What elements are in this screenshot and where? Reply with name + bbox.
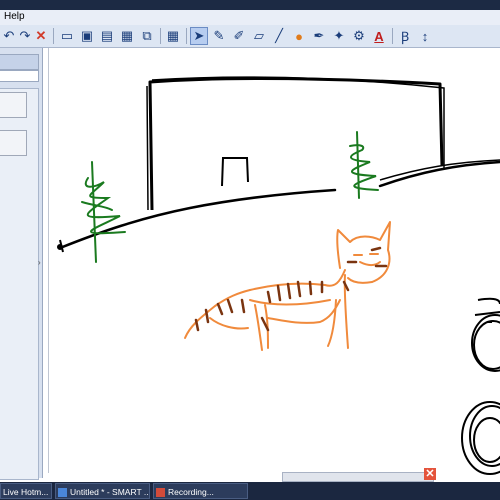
building-ink-2 <box>146 76 445 211</box>
ink-drawing <box>57 76 500 475</box>
taskbar-item-live-hotmail[interactable]: Live Hotm... <box>0 483 52 499</box>
building-ink <box>148 76 444 211</box>
tree-right-ink <box>349 131 379 199</box>
taskbar-item-smart-notebook[interactable]: Untitled * - SMART ... <box>55 483 150 499</box>
taskbar-item-label: Recording... <box>168 487 214 497</box>
left-edge-mark-ink <box>57 239 64 253</box>
taskbar-item-recording[interactable]: Recording... <box>153 483 248 499</box>
horizontal-scrollbar[interactable] <box>282 472 434 482</box>
taskbar: Live Hotm... Untitled * - SMART ... Reco… <box>0 482 500 500</box>
tree-left-ink <box>81 161 126 263</box>
cat-stripes-ink <box>194 246 388 332</box>
door-ink <box>221 157 249 187</box>
snowman-ink <box>461 297 500 475</box>
taskbar-item-label: Untitled * - SMART ... <box>70 487 150 497</box>
close-icon[interactable]: ✕ <box>424 468 436 480</box>
taskbar-item-label: Live Hotm... <box>3 487 49 497</box>
recorder-app-icon <box>156 488 165 498</box>
notebook-app-icon <box>58 488 67 498</box>
